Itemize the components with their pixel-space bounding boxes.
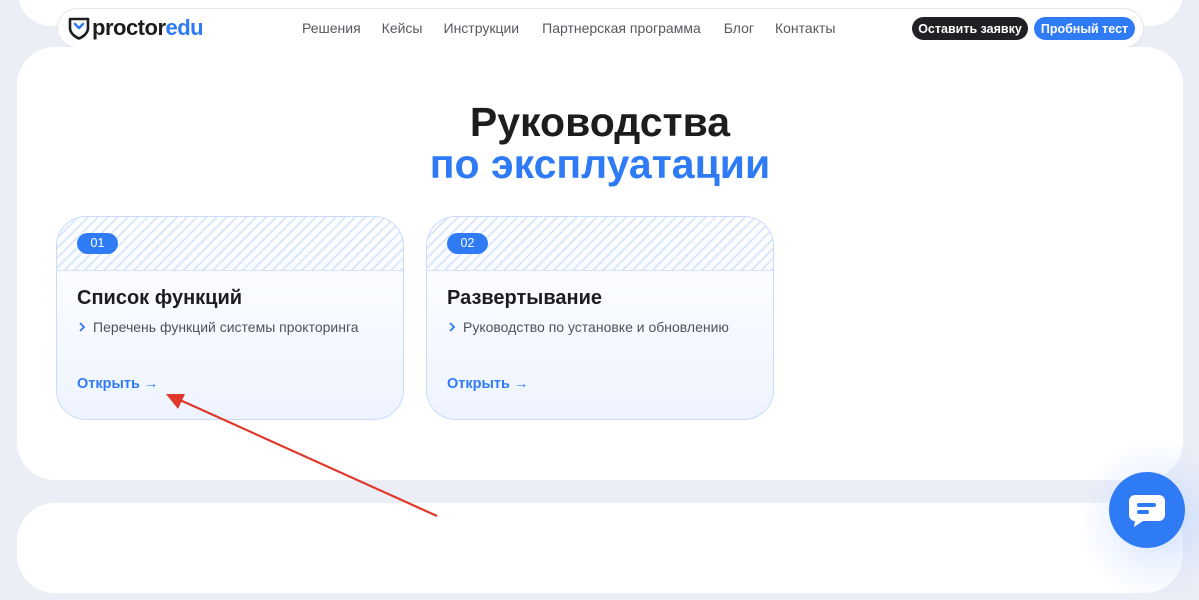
next-section-card xyxy=(17,503,1183,593)
guide-title: Развертывание xyxy=(447,287,603,309)
chat-button[interactable] xyxy=(1109,472,1185,548)
nav-item-partner-program[interactable]: Партнерская программа xyxy=(542,20,701,36)
shield-icon xyxy=(68,17,90,40)
logo-part-edu: edu xyxy=(165,15,204,40)
nav-item-contacts[interactable]: Контакты xyxy=(775,20,835,36)
open-guide-link[interactable]: Открыть → xyxy=(77,376,158,392)
proctoredu-logo[interactable]: proctoredu xyxy=(68,15,204,40)
section-subtitle: по эксплуатации xyxy=(429,141,771,187)
arrow-right-icon: → xyxy=(513,376,529,392)
trial-test-button[interactable]: Пробный тест xyxy=(1034,17,1135,40)
arrow-right-icon: → xyxy=(143,376,159,392)
chat-bubble-icon xyxy=(1129,495,1165,527)
nav-item-cases[interactable]: Кейсы xyxy=(382,20,423,36)
section-title: Руководства xyxy=(469,99,731,145)
open-link-label: Открыть xyxy=(447,376,510,392)
guide-number-badge: 02 xyxy=(447,233,488,254)
logo-wordmark: proctoredu xyxy=(92,15,204,40)
guide-title: Список функций xyxy=(77,287,243,309)
guide-description: Перечень функций системы прокторинга xyxy=(77,319,359,335)
manuals-section: Руководства по эксплуатации 01 Список фу… xyxy=(17,47,1183,480)
leave-request-button[interactable]: Оставить заявку xyxy=(912,17,1028,40)
site-header: proctoredu Решения Кейсы Инструкции Парт… xyxy=(58,9,1143,47)
main-nav: Решения Кейсы Инструкции Партнерская про… xyxy=(302,9,856,47)
nav-item-solutions[interactable]: Решения xyxy=(302,20,361,36)
open-guide-link[interactable]: Открыть → xyxy=(447,376,528,392)
open-link-label: Открыть xyxy=(77,376,140,392)
logo-part-proctor: proctor xyxy=(92,15,166,40)
guide-description-text: Руководство по установке и обновлению xyxy=(463,319,729,335)
guide-card-functions[interactable]: 01 Список функций Перечень функций систе… xyxy=(56,216,404,420)
guide-number-badge: 01 xyxy=(77,233,118,254)
chevron-right-icon xyxy=(449,322,456,332)
chevron-right-icon xyxy=(79,322,86,332)
nav-item-instructions[interactable]: Инструкции xyxy=(444,20,520,36)
guide-card-deployment[interactable]: 02 Развертывание Руководство по установк… xyxy=(426,216,774,420)
guide-description: Руководство по установке и обновлению xyxy=(447,319,729,335)
guide-description-text: Перечень функций системы прокторинга xyxy=(93,319,359,335)
nav-item-blog[interactable]: Блог xyxy=(724,20,754,36)
